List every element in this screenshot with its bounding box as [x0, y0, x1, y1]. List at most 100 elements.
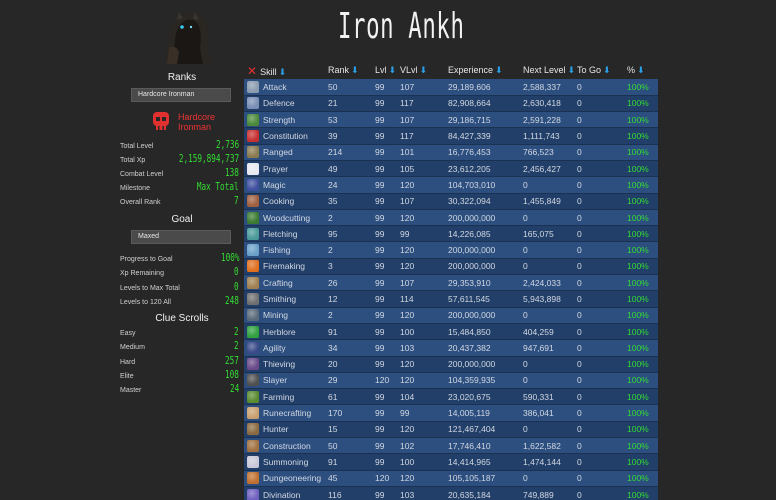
skill-cell: Agility — [244, 339, 328, 357]
table-row[interactable]: Divination 116 99 103 20,635,184 749,889 0 100% — [244, 486, 658, 500]
stat-levels-to-120: Levels to 120 All 248 — [120, 294, 239, 307]
virtual-level-cell: 101 — [400, 144, 448, 161]
percent-cell: 100% — [627, 79, 658, 96]
skill-name[interactable]: Defence — [263, 98, 295, 108]
skill-name[interactable]: Slayer — [263, 375, 287, 385]
skill-cell: Defence — [244, 95, 328, 113]
table-row[interactable]: Attack 50 99 107 29,189,606 2,588,337 0 100% — [244, 79, 658, 96]
table-row[interactable]: Dungeoneering 45 120 120 105,105,187 0 0 100% — [244, 470, 658, 487]
skill-name[interactable]: Dungeoneering — [263, 473, 321, 483]
rank-cell: 61 — [328, 388, 375, 406]
table-row[interactable]: Fishing 2 99 120 200,000,000 0 0 100% — [244, 241, 658, 259]
to-go-cell: 0 — [577, 421, 627, 439]
skill-name[interactable]: Farming — [263, 392, 294, 402]
table-row[interactable]: Farming 61 99 104 23,020,675 590,331 0 100% — [244, 388, 658, 406]
skill-name[interactable]: Ranged — [263, 147, 293, 157]
table-row[interactable]: Agility 34 99 103 20,437,382 947,691 0 100% — [244, 339, 658, 357]
table-row[interactable]: Thieving 20 99 120 200,000,000 0 0 100% — [244, 356, 658, 373]
table-row[interactable]: Mining 2 99 120 200,000,000 0 0 100% — [244, 307, 658, 324]
col-header-vlvl[interactable]: VLvl ⬇ — [400, 62, 448, 79]
skill-name[interactable]: Cooking — [263, 196, 294, 206]
virtual-level-cell: 103 — [400, 339, 448, 357]
skill-name[interactable]: Thieving — [263, 359, 295, 369]
table-row[interactable]: Constitution 39 99 117 84,427,339 1,111,743 0 1… — [244, 127, 658, 145]
skill-name[interactable]: Divination — [263, 490, 300, 500]
skill-name[interactable]: Fishing — [263, 245, 290, 255]
col-header-percent[interactable]: % ⬇ — [627, 62, 658, 79]
percent-cell: 100% — [627, 323, 658, 341]
close-icon[interactable]: ✕ — [247, 64, 257, 78]
next-level-cell: 0 — [523, 470, 577, 487]
goal-select[interactable]: Maxed — [131, 230, 231, 244]
table-row[interactable]: Cooking 35 99 107 30,322,094 1,455,849 0 100% — [244, 193, 658, 210]
account-type-label: Hardcore Ironman — [178, 112, 216, 132]
skill-name[interactable]: Firemaking — [263, 261, 305, 271]
rank-cell: 170 — [328, 404, 375, 422]
table-row[interactable]: Firemaking 3 99 120 200,000,000 0 0 100% — [244, 258, 658, 276]
table-row[interactable]: Hunter 15 99 120 121,467,404 0 0 100% — [244, 421, 658, 439]
skill-name[interactable]: Runecrafting — [263, 408, 311, 418]
level-cell: 99 — [375, 209, 400, 227]
table-row[interactable]: Defence 21 99 117 82,908,664 2,630,418 0 100% — [244, 95, 658, 113]
experience-cell: 23,612,205 — [448, 160, 523, 178]
magic-icon — [247, 178, 259, 191]
skill-name[interactable]: Prayer — [263, 164, 288, 174]
table-row[interactable]: Runecrafting 170 99 99 14,005,119 386,041 0 100… — [244, 404, 658, 422]
col-header-skill[interactable]: ✕ Skill ⬇ — [244, 62, 328, 79]
table-row[interactable]: Magic 24 99 120 104,703,010 0 0 100% — [244, 176, 658, 194]
herblore-icon — [247, 325, 259, 338]
percent-cell: 100% — [627, 127, 658, 145]
next-level-cell: 0 — [523, 421, 577, 439]
col-header-experience[interactable]: Experience ⬇ — [448, 62, 523, 79]
rank-cell: 53 — [328, 111, 375, 129]
skill-name[interactable]: Construction — [263, 441, 311, 451]
skill-name[interactable]: Magic — [263, 180, 286, 190]
smithing-icon — [247, 293, 259, 305]
skill-name[interactable]: Agility — [263, 343, 286, 353]
experience-cell: 57,611,545 — [448, 290, 523, 308]
virtual-level-cell: 107 — [400, 274, 448, 292]
table-row[interactable]: Herblore 91 99 100 15,484,850 404,259 0 100% — [244, 323, 658, 341]
dungeoneering-icon — [247, 472, 259, 485]
col-header-to-go[interactable]: To Go ⬇ — [577, 62, 627, 79]
skill-name[interactable]: Woodcutting — [263, 213, 310, 223]
table-row[interactable]: Slayer 29 120 120 104,359,935 0 0 100% — [244, 372, 658, 390]
to-go-cell: 0 — [577, 372, 627, 390]
stat-clue-elite: Elite 108 — [120, 368, 239, 381]
virtual-level-cell: 120 — [400, 307, 448, 324]
col-header-next-level[interactable]: Next Level ⬇ — [523, 62, 577, 79]
next-level-cell: 404,259 — [523, 323, 577, 341]
skill-cell: Attack — [244, 79, 328, 96]
stat-levels-to-max: Levels to Max Total 0 — [120, 280, 239, 293]
rank-cell: 2 — [328, 241, 375, 259]
level-cell: 99 — [375, 486, 400, 500]
skill-name[interactable]: Mining — [263, 310, 288, 320]
skill-name[interactable]: Smithing — [263, 294, 296, 304]
table-row[interactable]: Summoning 91 99 100 14,414,965 1,474,144 0 100% — [244, 453, 658, 471]
table-row[interactable]: Construction 50 99 102 17,746,410 1,622,582 0 1… — [244, 437, 658, 455]
skill-name[interactable]: Herblore — [263, 327, 296, 337]
table-row[interactable]: Crafting 26 99 107 29,353,910 2,424,033 0 100% — [244, 274, 658, 292]
skill-name[interactable]: Constitution — [263, 131, 308, 141]
rank-type-select[interactable]: Hardcore Ironman — [131, 88, 231, 102]
table-row[interactable]: Smithing 12 99 114 57,611,545 5,943,898 0 100% — [244, 290, 658, 308]
skill-name[interactable]: Crafting — [263, 278, 293, 288]
table-row[interactable]: Ranged 214 99 101 16,776,453 766,523 0 100% — [244, 144, 658, 161]
sort-arrow-icon: ⬇ — [351, 65, 359, 75]
skill-name[interactable]: Summoning — [263, 457, 308, 467]
skill-name[interactable]: Fletching — [263, 229, 298, 239]
hunter-icon — [247, 423, 259, 436]
skill-name[interactable]: Attack — [263, 82, 287, 92]
virtual-level-cell: 99 — [400, 404, 448, 422]
col-header-rank[interactable]: Rank ⬇ — [328, 62, 375, 79]
level-cell: 99 — [375, 274, 400, 292]
skill-name[interactable]: Strength — [263, 115, 295, 125]
table-row[interactable]: Fletching 95 99 99 14,226,085 165,075 0 100% — [244, 225, 658, 243]
col-header-lvl[interactable]: Lvl ⬇ — [375, 62, 400, 79]
table-row[interactable]: Woodcutting 2 99 120 200,000,000 0 0 100% — [244, 209, 658, 227]
virtual-level-cell: 102 — [400, 437, 448, 455]
to-go-cell: 0 — [577, 209, 627, 227]
skill-name[interactable]: Hunter — [263, 424, 289, 434]
table-row[interactable]: Prayer 49 99 105 23,612,205 2,456,427 0 100% — [244, 160, 658, 178]
table-row[interactable]: Strength 53 99 107 29,186,715 2,591,228 0 100% — [244, 111, 658, 129]
